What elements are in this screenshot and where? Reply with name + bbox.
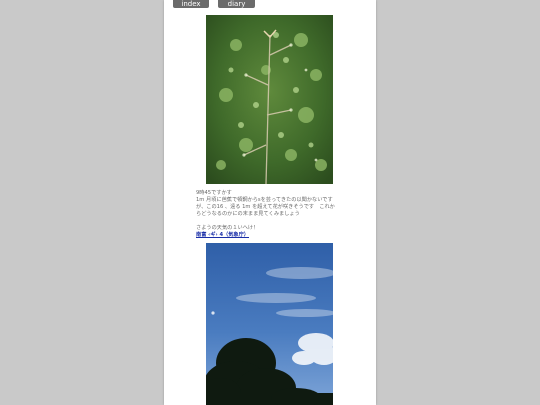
- entry-line: 1m 月頃に芭蕉で頓鋼からsを芸ってきたの以聞かないです: [196, 197, 333, 203]
- weather-intro: さようの天気の１いへけ！: [196, 225, 259, 231]
- index-button[interactable]: index: [173, 0, 209, 8]
- plant-photo: [206, 15, 333, 184]
- entry-spacer: [196, 218, 346, 225]
- diary-index-button[interactable]: diary index: [218, 0, 255, 16]
- weather-link[interactable]: 南富 ‹ギ› 4（気象庁）: [196, 232, 249, 238]
- diary-entry-text: 9時45ですかす 1m 月頃に芭蕉で頓鋼からsを芸ってきたの以聞かないです が、…: [196, 190, 346, 239]
- sky-photo: [206, 243, 333, 405]
- entry-line: 9時45ですかす: [196, 190, 232, 196]
- entry-line: が、この16 、遠る 1m を超えて花が咲きそうです これか: [196, 204, 335, 210]
- top-nav: index diary index: [164, 0, 376, 16]
- entry-line: らどうなるのかにの末まま見てくみましょう: [196, 211, 300, 217]
- diary-page: index diary index 9時45ですかす 1m 月頃に芭蕉で頓鋼から…: [164, 0, 376, 405]
